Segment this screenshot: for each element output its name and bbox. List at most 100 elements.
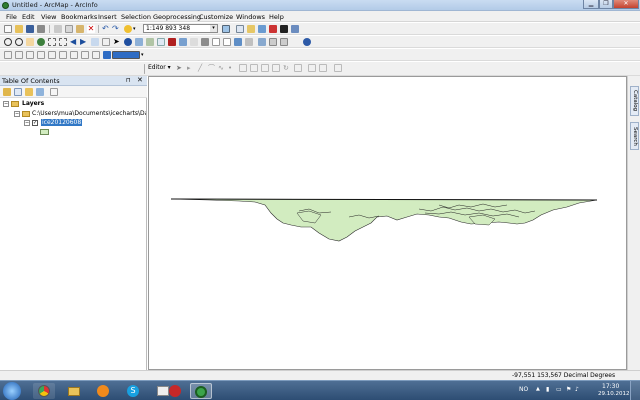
edit-annotation-icon[interactable]: ▸: [187, 64, 195, 72]
overview-icon[interactable]: [81, 51, 89, 59]
fixed-zoom-out-icon[interactable]: [59, 38, 67, 46]
collapse-layer-icon[interactable]: −: [24, 120, 30, 126]
arcmap-taskbar-icon[interactable]: [190, 383, 212, 399]
close-button[interactable]: ✕: [613, 0, 639, 9]
identify-icon[interactable]: [124, 38, 132, 46]
table-icon[interactable]: [15, 51, 23, 59]
maximize-button[interactable]: ❐: [599, 0, 613, 9]
folder-path-label[interactable]: C:\Users\mua\Documents\icecharts\Data\I: [32, 110, 146, 117]
toc-options-icon[interactable]: [50, 88, 58, 96]
go-back-icon[interactable]: ◀: [70, 38, 78, 46]
menu-windows[interactable]: Windows: [236, 13, 265, 21]
copy-icon[interactable]: [65, 25, 73, 33]
edit-vertices-icon[interactable]: [239, 64, 247, 72]
menu-geoprocessing[interactable]: Geoprocessing: [153, 13, 201, 21]
magnifier-icon[interactable]: [92, 51, 100, 59]
catalog-window-icon[interactable]: [247, 25, 255, 33]
trace-icon[interactable]: ∿: [218, 64, 226, 72]
select-elements-icon[interactable]: ➤: [113, 38, 121, 46]
redo-icon[interactable]: ↷: [112, 25, 120, 33]
start-button-icon[interactable]: [3, 382, 21, 400]
split-icon[interactable]: [272, 64, 280, 72]
attributes-window-icon[interactable]: [294, 64, 302, 72]
ladybug-taskbar-icon[interactable]: [164, 383, 186, 399]
sketch-properties-icon[interactable]: [308, 64, 316, 72]
delete-icon[interactable]: ✕: [87, 25, 95, 33]
map-view[interactable]: [148, 76, 627, 370]
show-desktop-button[interactable]: [630, 381, 640, 400]
flag-icon[interactable]: ⚑: [566, 386, 571, 393]
clear-selection-icon[interactable]: [102, 38, 110, 46]
close-icon[interactable]: ✕: [137, 76, 143, 84]
network-icon[interactable]: ▮: [546, 386, 549, 393]
chrome-taskbar-icon[interactable]: [33, 383, 55, 399]
globe-icon[interactable]: [303, 38, 311, 46]
point-icon[interactable]: •: [228, 64, 236, 72]
zoom-out-icon[interactable]: [15, 38, 23, 46]
data-frame-label[interactable]: Layers: [22, 100, 44, 107]
attributes-icon[interactable]: [59, 51, 67, 59]
menu-edit[interactable]: Edit: [22, 13, 35, 21]
search-tab[interactable]: Search: [630, 122, 639, 150]
layout-icon[interactable]: [48, 51, 56, 59]
layer-name-label[interactable]: ice20120608: [41, 119, 83, 126]
cut-icon[interactable]: [54, 25, 62, 33]
georeferencing-icon[interactable]: [234, 38, 242, 46]
file-explorer-taskbar-icon[interactable]: [63, 383, 85, 399]
add-data-icon[interactable]: [124, 25, 132, 33]
report-icon[interactable]: [37, 51, 45, 59]
list-by-drawing-order-icon[interactable]: [3, 88, 11, 96]
grid-icon[interactable]: [4, 51, 12, 59]
swipe-icon[interactable]: [201, 38, 209, 46]
media-player-taskbar-icon[interactable]: [92, 383, 114, 399]
chevron-down-icon[interactable]: ▾: [210, 25, 217, 32]
input-language-indicator[interactable]: NO: [519, 386, 528, 393]
menu-file[interactable]: File: [6, 13, 17, 21]
editor-menu-button[interactable]: Editor ▾: [148, 64, 171, 71]
search-window-icon[interactable]: [258, 25, 266, 33]
show-hidden-icons-icon[interactable]: ▲: [536, 386, 540, 392]
new-document-icon[interactable]: [4, 25, 12, 33]
list-by-source-icon[interactable]: [14, 88, 22, 96]
model-builder-icon[interactable]: [291, 25, 299, 33]
hyperlink-icon[interactable]: [157, 38, 165, 46]
create-features-icon[interactable]: [319, 64, 327, 72]
save-icon[interactable]: [26, 25, 34, 33]
full-extent-icon[interactable]: [37, 38, 45, 46]
layer-visibility-checkbox[interactable]: ✓: [32, 120, 38, 126]
table-of-contents-icon[interactable]: [236, 25, 244, 33]
color-palette-swatch[interactable]: [112, 51, 140, 59]
python-window-icon[interactable]: [280, 25, 288, 33]
select-features-icon[interactable]: [91, 38, 99, 46]
catalog-tab[interactable]: Catalog: [630, 86, 639, 116]
editor-options-icon[interactable]: [334, 64, 342, 72]
minimize-button[interactable]: ▁: [583, 0, 599, 9]
paste-icon[interactable]: [76, 25, 84, 33]
snapping-icon[interactable]: [245, 38, 253, 46]
fixed-zoom-in-icon[interactable]: [48, 38, 56, 46]
battery-icon[interactable]: ▭: [556, 386, 562, 393]
layer-symbol-swatch[interactable]: [40, 129, 49, 135]
go-forward-icon[interactable]: ▶: [80, 38, 88, 46]
menu-view[interactable]: View: [41, 13, 56, 21]
add-data-dropdown-icon[interactable]: ▾: [133, 25, 141, 33]
menu-bookmarks[interactable]: Bookmarks: [61, 13, 97, 21]
menu-help[interactable]: Help: [269, 13, 284, 21]
arctoolbox-icon[interactable]: [269, 25, 277, 33]
pin-icon[interactable]: ⊓: [126, 77, 131, 84]
topology-icon[interactable]: [269, 38, 277, 46]
clock-date[interactable]: 29.10.2012: [598, 391, 630, 397]
skype-taskbar-icon[interactable]: S: [122, 383, 144, 399]
pan-icon[interactable]: [26, 38, 34, 46]
clock-time[interactable]: 17:30: [602, 383, 619, 390]
html-popup-icon[interactable]: [168, 38, 176, 46]
reshape-icon[interactable]: [250, 64, 258, 72]
measure-icon[interactable]: [146, 38, 154, 46]
list-by-visibility-icon[interactable]: [25, 88, 33, 96]
list-by-selection-icon[interactable]: [36, 88, 44, 96]
collapse-folder-icon[interactable]: −: [14, 111, 20, 117]
menu-customize[interactable]: Customize: [199, 13, 233, 21]
graph-icon[interactable]: [26, 51, 34, 59]
identify-results-icon[interactable]: [70, 51, 78, 59]
edit-tool-icon[interactable]: ➤: [176, 64, 184, 72]
